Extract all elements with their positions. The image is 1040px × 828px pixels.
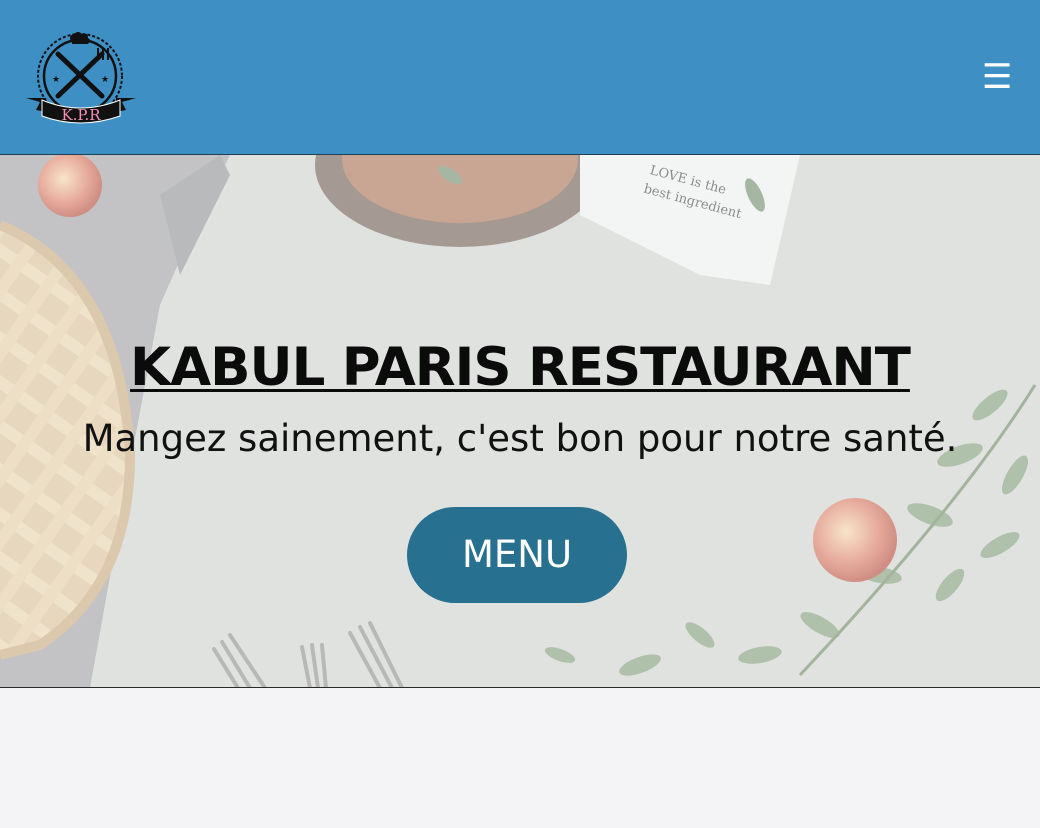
logo-text: K.P.R [61, 106, 101, 124]
kpr-logo[interactable]: ★ ★ K.P.R [24, 30, 140, 126]
hero-title: KABUL PARIS RESTAURANT [130, 337, 911, 398]
hero-subtitle: Mangez sainement, c'est bon pour notre s… [82, 417, 958, 460]
svg-text:★: ★ [52, 75, 60, 85]
menu-button[interactable]: MENU [407, 507, 627, 603]
hero-banner: LOVE is the best ingredient KABUL PARIS … [0, 155, 1040, 688]
hamburger-menu-icon[interactable]: ☰ [982, 60, 1012, 94]
svg-text:★: ★ [101, 75, 109, 85]
site-header: ★ ★ K.P.R ☰ [0, 0, 1040, 155]
